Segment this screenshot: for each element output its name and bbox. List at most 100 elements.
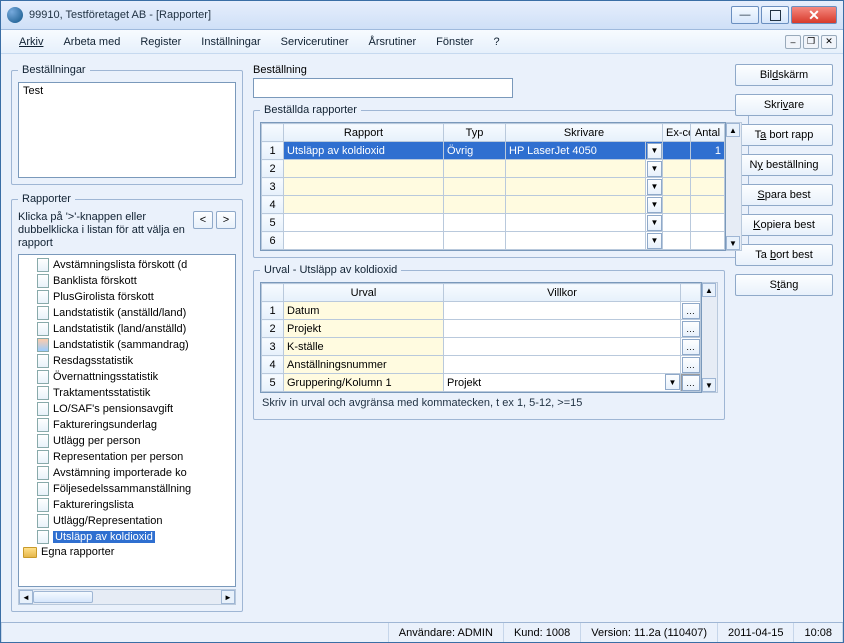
cell-skrivare[interactable] [506,214,646,232]
stang-button[interactable]: Stäng [735,274,833,296]
cell-typ[interactable] [444,232,506,250]
cell-skrivare[interactable] [506,178,646,196]
mdi-minimize[interactable]: – [785,35,801,49]
skrivare-dropdown-icon[interactable]: ▼ [647,233,662,249]
report-tree-item[interactable]: Faktureringslista [19,497,235,513]
add-report-button[interactable]: > [216,211,236,229]
scroll-thumb[interactable] [33,591,93,603]
cell-excel[interactable] [663,142,691,160]
ordered-report-row[interactable]: 6▼ [262,232,725,250]
cell-villkor[interactable] [444,338,681,356]
tabort-rapp-button[interactable]: Ta bort rapp [735,124,833,146]
mdi-restore[interactable]: ❐ [803,35,819,49]
cell-typ[interactable] [444,178,506,196]
ordered-vscroll[interactable]: ▲ ▼ [726,122,742,251]
cell-typ[interactable]: Övrig [444,142,506,160]
menu-register[interactable]: Register [130,33,191,51]
scroll-down-icon[interactable]: ▼ [726,236,740,250]
cell-antal[interactable] [691,178,725,196]
report-tree-item[interactable]: Avstämning importerade ko [19,465,235,481]
urval-grid[interactable]: Urval Villkor 1Datum…2Projekt…3K-ställe…… [260,282,702,393]
egna-rapporter-folder[interactable]: Egna rapporter [19,545,235,559]
report-tree-item[interactable]: Resdagsstatistik [19,353,235,369]
report-tree-item[interactable]: Landstatistik (land/anställd) [19,321,235,337]
report-tree-item[interactable]: PlusGirolista förskott [19,289,235,305]
ordered-report-row[interactable]: 3▼ [262,178,725,196]
urval-row[interactable]: 2Projekt… [262,320,701,338]
scroll-right-icon[interactable]: ► [221,590,235,604]
urval-row[interactable]: 4Anställningsnummer… [262,356,701,374]
cell-skrivare[interactable] [506,232,646,250]
urval-row[interactable]: 5Gruppering/Kolumn 1Projekt▼… [262,374,701,392]
cell-antal[interactable]: 1 [691,142,725,160]
ordered-report-row[interactable]: 1Utsläpp av koldioxidÖvrigHP LaserJet 40… [262,142,725,160]
cell-villkor[interactable] [444,302,681,320]
cell-excel[interactable] [663,160,691,178]
report-tree-item[interactable]: Representation per person [19,449,235,465]
col-rapport[interactable]: Rapport [284,124,444,142]
report-tree-item[interactable]: Traktamentsstatistik [19,385,235,401]
col-urval[interactable]: Urval [284,284,444,302]
cell-antal[interactable] [691,160,725,178]
rapporter-tree[interactable]: Avstämningslista förskott (dBanklista fö… [18,254,236,587]
cell-skrivare[interactable] [506,196,646,214]
ordered-report-row[interactable]: 2▼ [262,160,725,178]
skrivare-dropdown-icon[interactable]: ▼ [647,179,662,195]
bestallning-item[interactable]: Test [23,85,231,97]
cell-typ[interactable] [444,160,506,178]
cell-rapport[interactable] [284,214,444,232]
urval-row[interactable]: 1Datum… [262,302,701,320]
cell-villkor[interactable] [444,320,681,338]
cell-urval[interactable]: Datum [284,302,444,320]
skrivare-dropdown-icon[interactable]: ▼ [647,161,662,177]
col-skrivare[interactable]: Skrivare [506,124,663,142]
cell-excel[interactable] [663,214,691,232]
ordered-report-row[interactable]: 4▼ [262,196,725,214]
col-typ[interactable]: Typ [444,124,506,142]
menu-arbeta-med[interactable]: Arbeta med [53,33,130,51]
mdi-close[interactable]: ✕ [821,35,837,49]
scroll-up-icon[interactable]: ▲ [726,123,740,137]
cell-excel[interactable] [663,232,691,250]
urval-vscroll[interactable]: ▲ ▼ [702,282,718,393]
ellipsis-button[interactable]: … [682,357,700,373]
report-tree-item[interactable]: Utlägg/Representation [19,513,235,529]
ellipsis-button[interactable]: … [682,339,700,355]
cell-rapport[interactable] [284,160,444,178]
ny-bestallning-button[interactable]: Ny beställning [735,154,833,176]
cell-excel[interactable] [663,178,691,196]
report-tree-item[interactable]: Landstatistik (sammandrag) [19,337,235,353]
ellipsis-button[interactable]: … [682,321,700,337]
cell-rapport[interactable] [284,196,444,214]
scroll-left-icon[interactable]: ◄ [19,590,33,604]
report-tree-item[interactable]: Följesedelssammanställning [19,481,235,497]
cell-urval[interactable]: Anställningsnummer [284,356,444,374]
ellipsis-button[interactable]: … [682,303,700,319]
ellipsis-button[interactable]: … [682,375,700,391]
cell-rapport[interactable]: Utsläpp av koldioxid [284,142,444,160]
report-tree-item[interactable]: Faktureringsunderlag [19,417,235,433]
bestallning-input[interactable] [253,78,513,98]
villkor-dropdown-icon[interactable]: ▼ [665,374,680,390]
cell-villkor[interactable] [444,356,681,374]
cell-typ[interactable] [444,196,506,214]
minimize-button[interactable]: — [731,6,759,24]
cell-antal[interactable] [691,232,725,250]
cell-rapport[interactable] [284,232,444,250]
bestallningar-list[interactable]: Test [18,82,236,178]
skrivare-dropdown-icon[interactable]: ▼ [647,143,662,159]
report-tree-item[interactable]: Utlägg per person [19,433,235,449]
kopiera-best-button[interactable]: Kopiera best [735,214,833,236]
cell-villkor[interactable]: Projekt▼ [444,374,681,392]
menu-help[interactable]: ? [483,33,509,51]
scroll-up-icon[interactable]: ▲ [702,283,716,297]
skrivare-dropdown-icon[interactable]: ▼ [647,215,662,231]
close-button[interactable]: ✕ [791,6,837,24]
cell-rapport[interactable] [284,178,444,196]
report-tree-item[interactable]: Utsläpp av koldioxid [19,529,235,545]
ordered-reports-grid[interactable]: Rapport Typ Skrivare Ex-cel Antal 1Utslä… [260,122,726,251]
cell-antal[interactable] [691,214,725,232]
cell-excel[interactable] [663,196,691,214]
cell-urval[interactable]: Gruppering/Kolumn 1 [284,374,444,392]
menu-installningar[interactable]: Inställningar [191,33,270,51]
